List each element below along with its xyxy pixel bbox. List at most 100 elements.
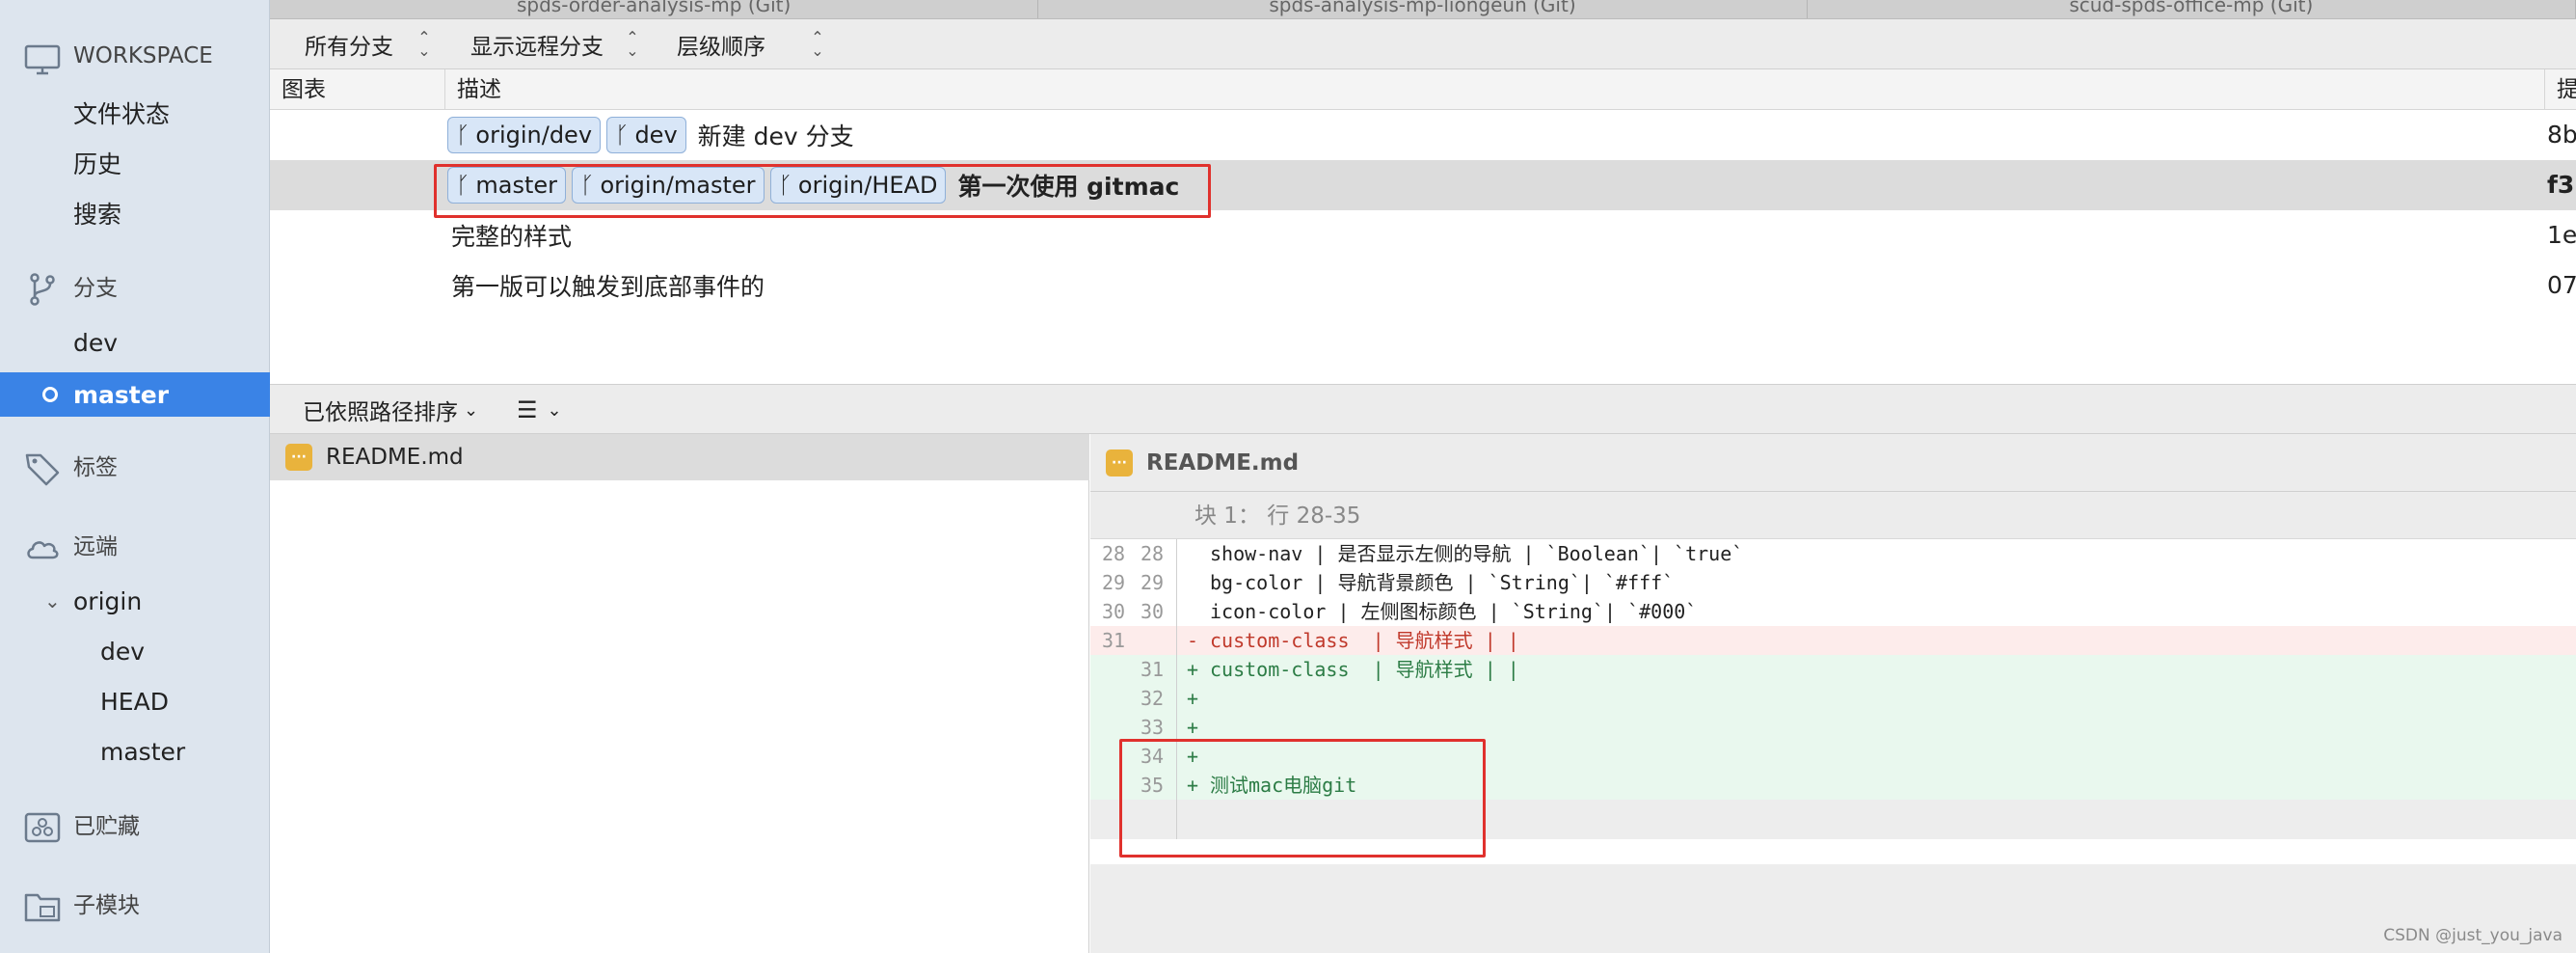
tag-icon [23, 449, 62, 488]
cloud-icon [23, 529, 62, 567]
branch-icon [23, 270, 62, 309]
diff-code: custom-class | 导航样式 | | [1210, 629, 1519, 652]
modified-file-icon: ··· [285, 444, 312, 471]
commit-message: 新建 dev 分支 [697, 123, 854, 150]
repo-tab[interactable]: spds-order-analysis-mp (Git) [270, 0, 1039, 18]
diff-line[interactable]: 28 28 show-nav | 是否显示左侧的导航 | `Boolean`| `t… [1090, 539, 2576, 568]
chevron-down-icon[interactable]: ⌄ [44, 589, 61, 613]
sidebar-item-label: dev [73, 328, 119, 357]
branch-icon: ᚴ [615, 122, 630, 149]
diff-line[interactable]: 31 + custom-class | 导航样式 | | [1090, 655, 2576, 684]
diff-code: bg-color | 导航背景颜色 | `String`| `#fff` [1210, 571, 1675, 594]
diff-marker: + [1187, 687, 1199, 710]
sidebar-remote-origin[interactable]: ⌄ origin [0, 579, 270, 623]
sidebar-item-search[interactable]: 搜索 [0, 191, 270, 235]
sidebar-section-label: WORKSPACE [73, 43, 213, 68]
column-header-description[interactable]: 描述 [445, 69, 2545, 110]
sidebar-section-label: 分支 [73, 276, 118, 301]
sidebar-branch-master[interactable]: master [0, 372, 270, 417]
file-name: README.md [326, 445, 464, 470]
sidebar-section-label: 子模块 [73, 893, 140, 918]
current-branch-icon [42, 387, 58, 402]
stash-icon [23, 808, 62, 847]
diff-line[interactable]: 31 - custom-class | 导航样式 | | [1090, 626, 2576, 655]
old-line-number: 28 [1102, 542, 1126, 565]
commit-message: 第一版可以触发到底部事件的 [451, 273, 765, 301]
new-line-number: 28 [1140, 542, 1165, 565]
commit-row[interactable]: ᚴ origin/dev ᚴ dev 新建 dev 分支 8b [270, 110, 2576, 160]
new-line-number: 30 [1140, 600, 1165, 623]
column-header-graph[interactable]: 图表 [270, 69, 445, 110]
sidebar-remote-branch-dev[interactable]: dev [0, 629, 270, 673]
order-filter-select[interactable]: 层级顺序 [677, 19, 765, 69]
diff-line[interactable]: 29 29 bg-color | 导航背景颜色 | `String`| `#fff` [1090, 568, 2576, 597]
new-line-number: 31 [1140, 658, 1165, 681]
column-header-commit[interactable]: 提交 [2545, 69, 2576, 110]
sidebar-item-label: dev [100, 637, 146, 666]
sourcetree-window: spds-order-analysis-mp (Git) spds-analys… [0, 0, 2576, 953]
diff-code: show-nav | 是否显示左侧的导航 | `Boolean`| `true` [1210, 542, 1744, 565]
sidebar-branch-dev[interactable]: dev [0, 320, 270, 365]
sort-select[interactable]: 已依照路径排序 ⌄ [303, 385, 478, 435]
diff-line[interactable]: 30 30 icon-color | 左侧图标颜色 | `String`| `#00… [1090, 597, 2576, 626]
sidebar-section-tags[interactable]: 标签 [0, 442, 270, 488]
new-line-number: 29 [1140, 571, 1165, 594]
commit-hash: f3 [2547, 171, 2575, 199]
sidebar-section-stashes[interactable]: 已贮藏 [0, 801, 270, 847]
branch-filter-select[interactable]: 所有分支 [305, 19, 393, 69]
repo-tab[interactable]: scud-spds-office-mp (Git) [1808, 0, 2576, 18]
list-icon: ☰ [517, 396, 538, 423]
diff-line[interactable]: 32 + [1090, 684, 2576, 713]
sidebar: WORKSPACE 文件状态 历史 搜索 分支 dev master 标签 远端 [0, 0, 270, 953]
commit-list-header: 图表 描述 提交 [270, 69, 2576, 110]
branch-icon: ᚴ [456, 122, 470, 149]
diff-marker: + [1187, 658, 1199, 681]
sidebar-section-label: 标签 [73, 455, 118, 480]
sidebar-item-label: HEAD [100, 687, 169, 716]
file-row-selected[interactable]: ··· README.md [270, 434, 1089, 480]
sidebar-item-history[interactable]: 历史 [0, 141, 270, 185]
commit-hash: 8b [2547, 121, 2576, 149]
sidebar-item-file-status[interactable]: 文件状态 [0, 91, 270, 135]
commit-message: 完整的样式 [451, 223, 573, 251]
sidebar-section-submodules[interactable]: 子模块 [0, 880, 270, 926]
sidebar-item-label: master [100, 737, 186, 766]
ref-badge[interactable]: ᚴ dev [606, 117, 686, 153]
sidebar-remote-branch-master[interactable]: master [0, 729, 270, 774]
commit-list: ᚴ origin/dev ᚴ dev 新建 dev 分支 8b ᚴ master ᚴo… [270, 110, 2576, 384]
annotation-highlight-box [1119, 739, 1486, 858]
annotation-highlight-box [434, 164, 1211, 218]
old-line-number: 29 [1102, 571, 1126, 594]
sidebar-section-workspace[interactable]: WORKSPACE [0, 33, 270, 79]
changed-files-list: ··· README.md [270, 434, 1089, 953]
updown-chevron-icon: ⌃ ⌄ [811, 28, 824, 60]
diff-marker: - [1187, 629, 1199, 652]
updown-chevron-icon: ⌃ ⌄ [417, 28, 431, 60]
repo-tab[interactable]: spds-analysis-mp-liongeun (Git) [1038, 0, 1808, 18]
sidebar-item-label: master [73, 380, 170, 409]
updown-chevron-icon: ⌃ ⌄ [626, 28, 639, 60]
repo-tab-strip: spds-order-analysis-mp (Git) spds-analys… [270, 0, 2576, 19]
modified-file-icon: ··· [1106, 449, 1133, 476]
new-line-number: 33 [1140, 716, 1165, 739]
sidebar-section-remotes[interactable]: 远端 [0, 521, 270, 567]
commit-hash: 1el [2547, 221, 2576, 249]
diff-file-header: ··· README.md [1090, 434, 2576, 492]
sidebar-item-label: 历史 [73, 150, 122, 178]
hunk-header[interactable]: 块 1： 行 28-35 [1090, 493, 2576, 539]
sidebar-remote-branch-head[interactable]: HEAD [0, 679, 270, 723]
remote-branch-filter-select[interactable]: 显示远程分支 [470, 19, 604, 69]
diff-line[interactable]: 33 + [1090, 713, 2576, 742]
ref-badge[interactable]: ᚴ origin/dev [447, 117, 602, 153]
sidebar-item-label: 搜索 [73, 201, 122, 229]
old-line-number: 31 [1102, 629, 1126, 652]
chevron-down-icon: ⌄ [547, 399, 562, 421]
monitor-icon [23, 41, 62, 79]
diff-marker: + [1187, 716, 1199, 739]
sidebar-item-label: 文件状态 [73, 100, 171, 128]
sidebar-section-branches[interactable]: 分支 [0, 262, 270, 309]
commit-row[interactable]: 第一版可以触发到底部事件的 07 [270, 260, 2576, 311]
diff-pane: ··· README.md 块 1： 行 28-35 28 28 show-nav … [1090, 434, 2576, 953]
new-line-number: 32 [1140, 687, 1165, 710]
view-mode-select[interactable]: ☰ ⌄ [517, 385, 562, 435]
